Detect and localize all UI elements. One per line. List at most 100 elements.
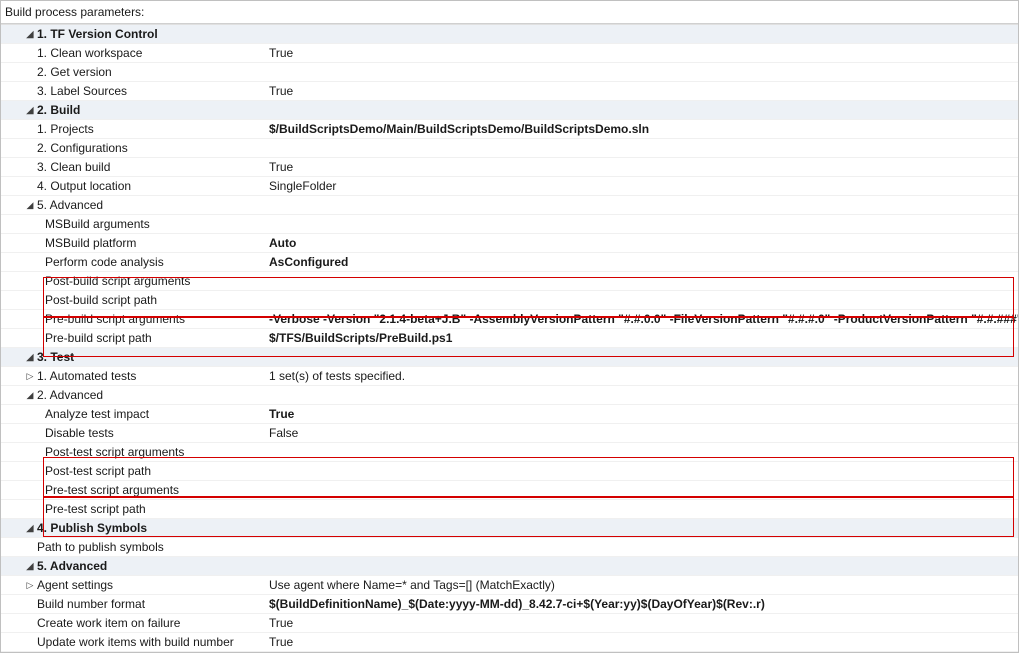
prop-label: Analyze test impact (45, 407, 149, 421)
prop-value[interactable]: SingleFolder (269, 177, 1018, 195)
row-disable-tests[interactable]: Disable tests False (1, 424, 1018, 443)
prop-label: 3. Clean build (37, 160, 110, 174)
build-parameters-panel: Build process parameters: 1. TF Version … (0, 0, 1019, 653)
prop-label: Post-build script path (45, 293, 157, 307)
category-label: 4. Publish Symbols (37, 521, 147, 535)
expand-icon[interactable] (5, 371, 35, 382)
expand-icon[interactable] (5, 29, 35, 40)
expand-icon[interactable] (5, 105, 35, 116)
row-output-location[interactable]: 4. Output location SingleFolder (1, 177, 1018, 196)
category-advanced[interactable]: 5. Advanced (1, 557, 1018, 576)
category-build[interactable]: 2. Build (1, 101, 1018, 120)
category-label: 5. Advanced (37, 559, 107, 573)
row-automated-tests[interactable]: 1. Automated tests 1 set(s) of tests spe… (1, 367, 1018, 386)
row-pre-build-args[interactable]: Pre-build script arguments -Verbose -Ver… (1, 310, 1018, 329)
row-create-work-item[interactable]: Create work item on failure True (1, 614, 1018, 633)
prop-label: Pre-build script arguments (45, 312, 185, 326)
row-label-sources[interactable]: 3. Label Sources True (1, 82, 1018, 101)
row-post-test-path[interactable]: Post-test script path (1, 462, 1018, 481)
expand-icon[interactable] (5, 523, 35, 534)
row-configurations[interactable]: 2. Configurations (1, 139, 1018, 158)
prop-value[interactable]: Use agent where Name=* and Tags=[] (Matc… (269, 576, 1018, 594)
prop-label: 2. Configurations (37, 141, 128, 155)
category-tf-version-control[interactable]: 1. TF Version Control (1, 25, 1018, 44)
prop-value[interactable]: $/TFS/BuildScripts/PreBuild.ps1 (269, 329, 1018, 347)
row-path-publish-symbols[interactable]: Path to publish symbols (1, 538, 1018, 557)
row-pre-test-args[interactable]: Pre-test script arguments (1, 481, 1018, 500)
prop-value[interactable]: -Verbose -Version "2.1.4-beta+J.B" -Asse… (269, 310, 1018, 328)
category-label: 1. TF Version Control (37, 27, 158, 41)
row-build-advanced[interactable]: 5. Advanced (1, 196, 1018, 215)
row-agent-settings[interactable]: Agent settings Use agent where Name=* an… (1, 576, 1018, 595)
prop-value[interactable]: True (269, 405, 1018, 423)
row-msbuild-platform[interactable]: MSBuild platform Auto (1, 234, 1018, 253)
prop-value[interactable] (269, 291, 1018, 309)
prop-label: 3. Label Sources (37, 84, 127, 98)
row-build-number-format[interactable]: Build number format $(BuildDefinitionNam… (1, 595, 1018, 614)
row-projects[interactable]: 1. Projects $/BuildScriptsDemo/Main/Buil… (1, 120, 1018, 139)
property-grid[interactable]: 1. TF Version Control 1. Clean workspace… (1, 24, 1018, 652)
prop-value[interactable]: 1 set(s) of tests specified. (269, 367, 1018, 385)
prop-label: 1. Projects (37, 122, 94, 136)
prop-label: 4. Output location (37, 179, 131, 193)
prop-label: Post-test script arguments (45, 445, 184, 459)
prop-value[interactable] (269, 63, 1018, 81)
prop-value[interactable] (269, 139, 1018, 157)
prop-value[interactable] (269, 538, 1018, 556)
prop-label: MSBuild platform (45, 236, 136, 250)
prop-value[interactable]: False (269, 424, 1018, 442)
prop-label: 2. Get version (37, 65, 112, 79)
prop-label: Post-test script path (45, 464, 151, 478)
prop-label: Path to publish symbols (37, 540, 164, 554)
prop-label: Post-build script arguments (45, 274, 190, 288)
row-pre-build-path[interactable]: Pre-build script path $/TFS/BuildScripts… (1, 329, 1018, 348)
panel-title: Build process parameters: (1, 1, 1018, 24)
prop-label: 1. Clean workspace (37, 46, 142, 60)
row-pre-test-path[interactable]: Pre-test script path (1, 500, 1018, 519)
row-clean-workspace[interactable]: 1. Clean workspace True (1, 44, 1018, 63)
prop-value[interactable] (269, 462, 1018, 480)
prop-value[interactable]: True (269, 44, 1018, 62)
row-clean-build[interactable]: 3. Clean build True (1, 158, 1018, 177)
row-update-work-items[interactable]: Update work items with build number True (1, 633, 1018, 652)
prop-value[interactable]: True (269, 158, 1018, 176)
prop-label: Perform code analysis (45, 255, 164, 269)
expand-icon[interactable] (5, 200, 35, 211)
expand-icon[interactable] (5, 580, 35, 591)
prop-value[interactable] (269, 443, 1018, 461)
prop-value[interactable]: True (269, 82, 1018, 100)
row-post-build-path[interactable]: Post-build script path (1, 291, 1018, 310)
expand-icon[interactable] (5, 390, 35, 401)
prop-value[interactable] (269, 272, 1018, 290)
expand-icon[interactable] (5, 561, 35, 572)
prop-value[interactable]: True (269, 633, 1018, 651)
row-test-advanced[interactable]: 2. Advanced (1, 386, 1018, 405)
prop-value[interactable] (269, 215, 1018, 233)
prop-label: 5. Advanced (37, 198, 103, 212)
expand-icon[interactable] (5, 352, 35, 363)
prop-value[interactable]: True (269, 614, 1018, 632)
row-analyze-test-impact[interactable]: Analyze test impact True (1, 405, 1018, 424)
prop-value[interactable]: $/BuildScriptsDemo/Main/BuildScriptsDemo… (269, 120, 1018, 138)
category-label: 2. Build (37, 103, 80, 117)
row-post-test-args[interactable]: Post-test script arguments (1, 443, 1018, 462)
category-test[interactable]: 3. Test (1, 348, 1018, 367)
row-msbuild-arguments[interactable]: MSBuild arguments (1, 215, 1018, 234)
prop-value[interactable]: AsConfigured (269, 253, 1018, 271)
prop-label: Pre-build script path (45, 331, 152, 345)
prop-value[interactable] (269, 500, 1018, 518)
row-perform-code-analysis[interactable]: Perform code analysis AsConfigured (1, 253, 1018, 272)
prop-value[interactable]: Auto (269, 234, 1018, 252)
prop-label: Create work item on failure (37, 616, 180, 630)
row-post-build-args[interactable]: Post-build script arguments (1, 272, 1018, 291)
prop-label: 2. Advanced (37, 388, 103, 402)
prop-label: Update work items with build number (37, 635, 234, 649)
prop-label: Pre-test script arguments (45, 483, 179, 497)
category-publish-symbols[interactable]: 4. Publish Symbols (1, 519, 1018, 538)
prop-value[interactable] (269, 481, 1018, 499)
prop-label: MSBuild arguments (45, 217, 150, 231)
prop-label: 1. Automated tests (37, 369, 136, 383)
prop-value[interactable]: $(BuildDefinitionName)_$(Date:yyyy-MM-dd… (269, 595, 1018, 613)
prop-label: Pre-test script path (45, 502, 146, 516)
row-get-version[interactable]: 2. Get version (1, 63, 1018, 82)
